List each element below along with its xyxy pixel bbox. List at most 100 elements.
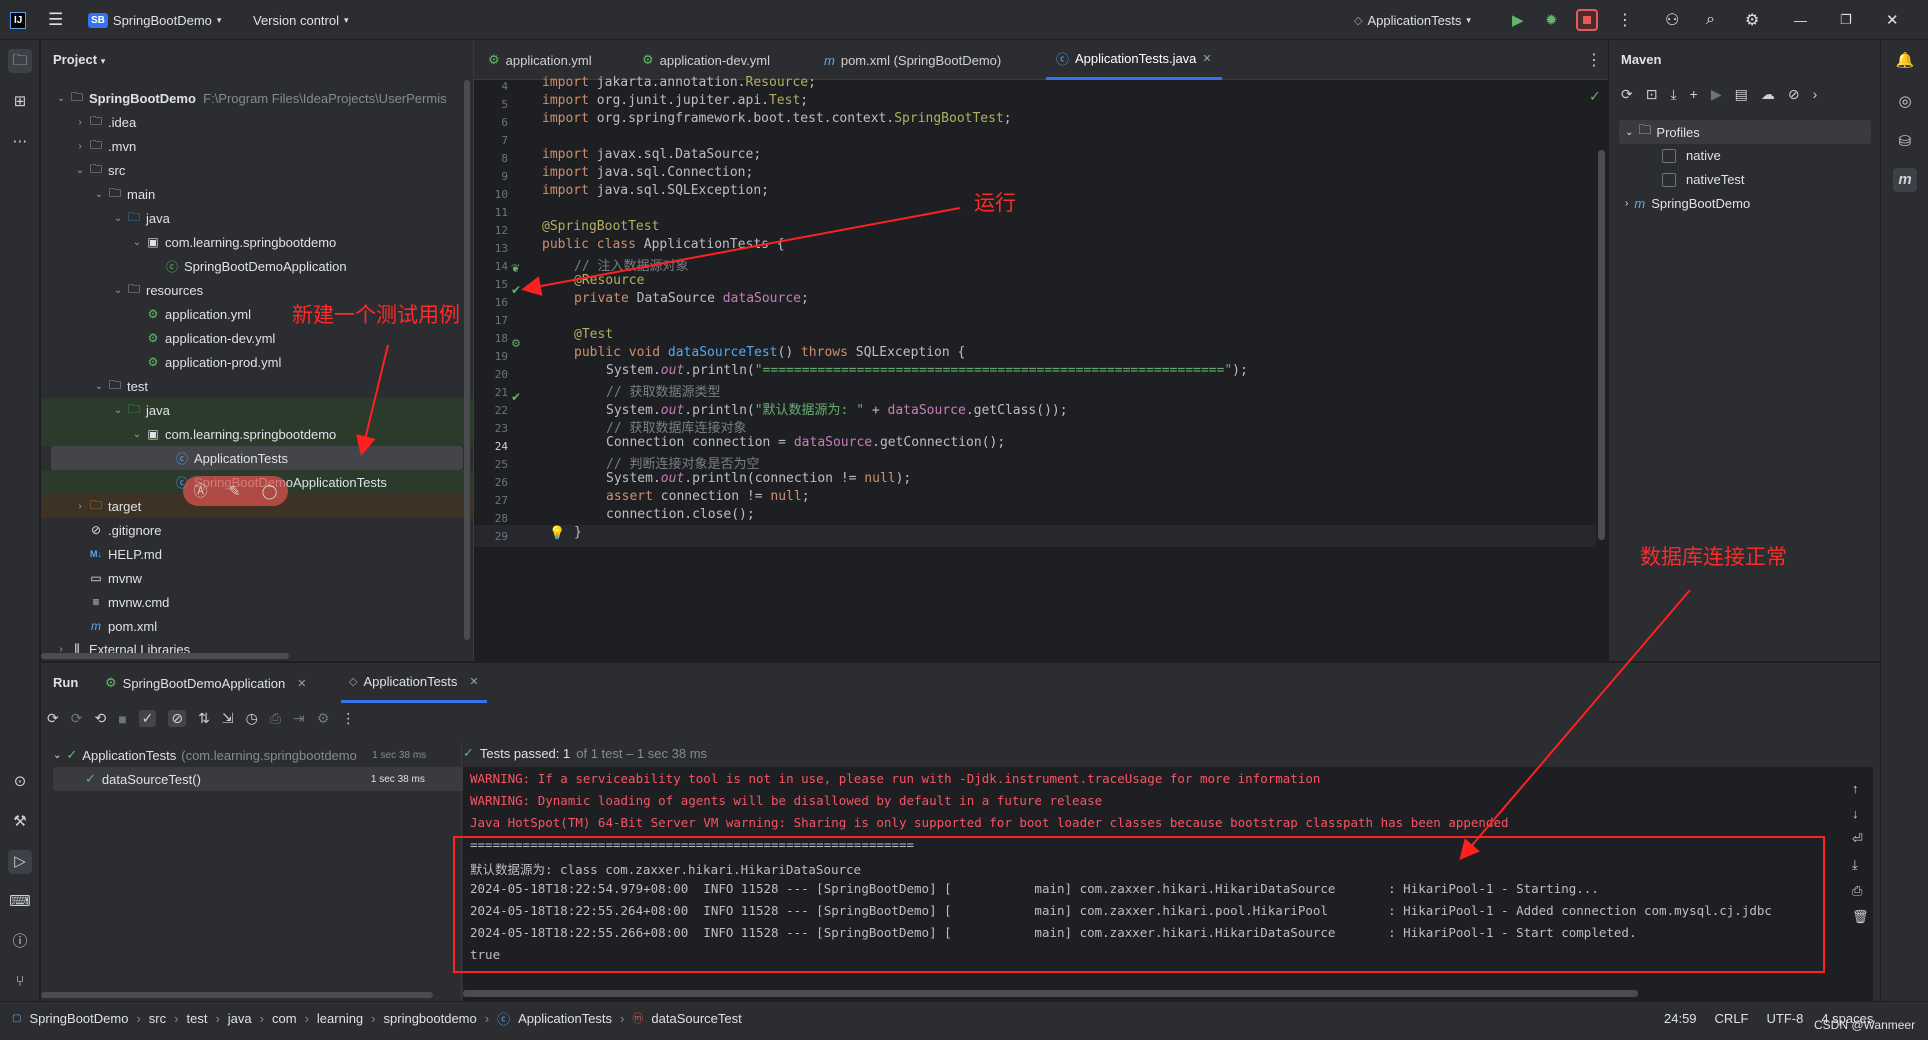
sort-icon[interactable]: ⇅ <box>198 710 210 727</box>
run-maven-icon[interactable]: ▶ <box>1711 86 1722 103</box>
structure-icon[interactable]: ⊞ <box>8 90 32 114</box>
run-tab-app[interactable]: ⚙ SpringBootDemoApplication ✕ <box>105 663 306 703</box>
scroll-to-end-icon[interactable]: ⤓ <box>1852 857 1869 873</box>
soft-wrap-icon[interactable]: ⏎ <box>1852 831 1869 847</box>
services-icon[interactable]: ⊙ <box>8 770 32 794</box>
run-tab-tests[interactable]: ◇ ApplicationTests ✕ <box>341 663 487 703</box>
breadcrumb-item[interactable]: src <box>149 1011 166 1026</box>
editor-scrollbar[interactable] <box>1598 150 1605 540</box>
show-passed-icon[interactable]: ✓ <box>138 710 157 727</box>
test-tree-child[interactable]: ✓ dataSourceTest() 1 sec 38 ms <box>53 767 485 791</box>
horizontal-scrollbar[interactable] <box>41 992 433 998</box>
breadcrumb-item[interactable]: SpringBootDemo <box>29 1011 128 1026</box>
stop-icon[interactable]: ■ <box>118 711 126 727</box>
close-icon[interactable]: ✕ <box>469 675 478 688</box>
horizontal-scrollbar[interactable] <box>41 653 289 659</box>
restore-icon[interactable]: ❐ <box>1840 0 1852 40</box>
tree-item[interactable]: ⌄ 🗀 java <box>41 206 473 230</box>
tree-root[interactable]: ⌄ 🗀 SpringBootDemo F:\Program Files\IdeaPr… <box>41 86 473 110</box>
project-header[interactable]: Project ▾ <box>53 52 105 67</box>
more-icon[interactable]: ⋮ <box>1586 40 1602 80</box>
edit-icon[interactable]: ✎ <box>229 483 241 500</box>
checkbox[interactable] <box>1662 148 1676 163</box>
more-icon[interactable]: ⋮ <box>341 710 355 727</box>
breadcrumb-item[interactable]: springbootdemo <box>384 1011 477 1026</box>
tree-item[interactable]: M↓ HELP.md <box>41 542 473 566</box>
toggle-auto-test-icon[interactable]: ⟲ <box>94 710 106 727</box>
add-icon[interactable]: + <box>1690 86 1698 103</box>
close-icon[interactable]: ✕ <box>1886 0 1899 40</box>
breadcrumb-item[interactable]: java <box>228 1011 252 1026</box>
maven-icon[interactable]: m <box>1893 168 1917 192</box>
maven-project[interactable]: › m SpringBootDemo <box>1625 196 1750 211</box>
run-tool-icon[interactable]: ▷ <box>8 850 32 874</box>
floating-ai-toolbar[interactable]: Ⓐ ✎ ◯ <box>183 476 288 506</box>
close-icon[interactable]: ✕ <box>297 677 306 690</box>
history-icon[interactable]: ◷ <box>246 710 258 727</box>
close-icon[interactable]: ✕ <box>1202 52 1211 65</box>
test-tree-root[interactable]: ⌄ ✓ ApplicationTests (com.learning.springbo… <box>53 743 489 767</box>
breadcrumb-item[interactable]: dataSourceTest <box>651 1011 741 1026</box>
project-selector[interactable]: SB SpringBootDemo ▾ <box>88 0 221 40</box>
gear-icon[interactable]: ⚙ <box>1745 0 1759 40</box>
maven-profiles[interactable]: ⌄ 🗀 Profiles <box>1619 120 1871 144</box>
tree-item[interactable]: ⚙ application-prod.yml <box>41 350 473 374</box>
file-encoding[interactable]: UTF-8 <box>1767 1011 1804 1026</box>
offline-icon[interactable]: ☁ <box>1761 86 1775 103</box>
problems-icon[interactable]: ⓘ <box>8 930 32 954</box>
terminal-icon[interactable]: ⌨ <box>8 890 32 914</box>
folder-icon[interactable]: 🗀 <box>8 49 32 73</box>
settings-icon[interactable]: ⚙ <box>317 710 330 727</box>
profile-nativetest[interactable]: nativeTest <box>1662 172 1745 187</box>
vertical-scrollbar[interactable] <box>464 80 470 640</box>
print-icon[interactable]: ⎙ <box>1852 883 1869 899</box>
breadcrumb-item[interactable]: com <box>272 1011 297 1026</box>
chat-icon[interactable]: ◯ <box>262 483 278 500</box>
tab-application-tests[interactable]: ⓒ ApplicationTests.java ✕ <box>1046 40 1222 80</box>
search-icon[interactable]: ⌕ <box>1706 0 1715 40</box>
tree-item-selected[interactable]: ⓒ ApplicationTests <box>51 446 463 470</box>
tree-item[interactable]: ⓒ SpringBootDemoApplication <box>41 254 473 278</box>
run-test-icon[interactable]: ✔ <box>511 390 521 404</box>
tree-item[interactable]: ≡ mvnw.cmd <box>41 590 473 614</box>
caret-position[interactable]: 24:59 <box>1664 1011 1697 1026</box>
bean-injection-icon[interactable]: ⚙ <box>511 337 521 350</box>
breadcrumb-item[interactable]: test <box>186 1011 207 1026</box>
generate-sources-icon[interactable]: ⊡ <box>1646 86 1658 103</box>
notifications-icon[interactable]: 🔔 <box>1893 49 1917 73</box>
ai-icon[interactable]: Ⓐ <box>194 481 208 501</box>
stop-icon[interactable] <box>1576 0 1598 40</box>
show-ignored-icon[interactable]: ⊘ <box>168 710 187 727</box>
minimize-icon[interactable]: — <box>1794 0 1807 40</box>
tree-item[interactable]: ⌄ 🗀 main <box>41 182 473 206</box>
app-logo[interactable]: IJ <box>10 0 27 40</box>
breadcrumb-item[interactable]: ApplicationTests <box>518 1011 612 1026</box>
rerun-icon[interactable]: ⟳ <box>47 710 59 727</box>
database-icon[interactable]: ⛁ <box>1893 130 1917 154</box>
breadcrumb-item[interactable]: learning <box>317 1011 363 1026</box>
tab-application-dev-yml[interactable]: ⚙ application-dev.yml <box>642 40 770 80</box>
checkbox[interactable] <box>1662 172 1676 187</box>
tree-item[interactable]: › 🗀 .mvn <box>41 134 473 158</box>
tab-pom-xml[interactable]: m pom.xml (SpringBootDemo) <box>824 40 1001 80</box>
tree-item[interactable]: ⊘ .gitignore <box>41 518 473 542</box>
tree-item[interactable]: › 🗀 .idea <box>41 110 473 134</box>
tab-application-yml[interactable]: ⚙ application.yml <box>488 40 592 80</box>
tree-item[interactable]: ⌄ ▣ com.learning.springbootdemo <box>41 230 473 254</box>
tree-item[interactable]: ▭ mvnw <box>41 566 473 590</box>
import-icon[interactable]: ⇥ <box>293 710 305 727</box>
run-test-icon[interactable]: ✔ <box>511 283 521 297</box>
skip-tests-icon[interactable]: ⊘ <box>1788 86 1800 103</box>
tree-item[interactable]: ⌄ 🗀 java <box>41 398 473 422</box>
tree-item[interactable]: ⌄ 🗀 test <box>41 374 473 398</box>
add-user-icon[interactable]: ⚇ <box>1665 0 1679 40</box>
line-separator[interactable]: CRLF <box>1715 1011 1749 1026</box>
run-icon[interactable]: ▶ <box>1512 0 1524 40</box>
version-control-menu[interactable]: Version control ▾ <box>253 0 349 40</box>
lightbulb-icon[interactable]: 💡 <box>549 525 565 541</box>
spring-bean-icon[interactable]: ❦ <box>511 262 520 275</box>
tree-item[interactable]: ⌄ 🗀 src <box>41 158 473 182</box>
tree-item[interactable]: ⌄ ▣ com.learning.springbootdemo <box>41 422 473 446</box>
build-icon[interactable]: ⚒ <box>8 810 32 834</box>
execute-goal-icon[interactable]: ▤ <box>1735 86 1748 103</box>
